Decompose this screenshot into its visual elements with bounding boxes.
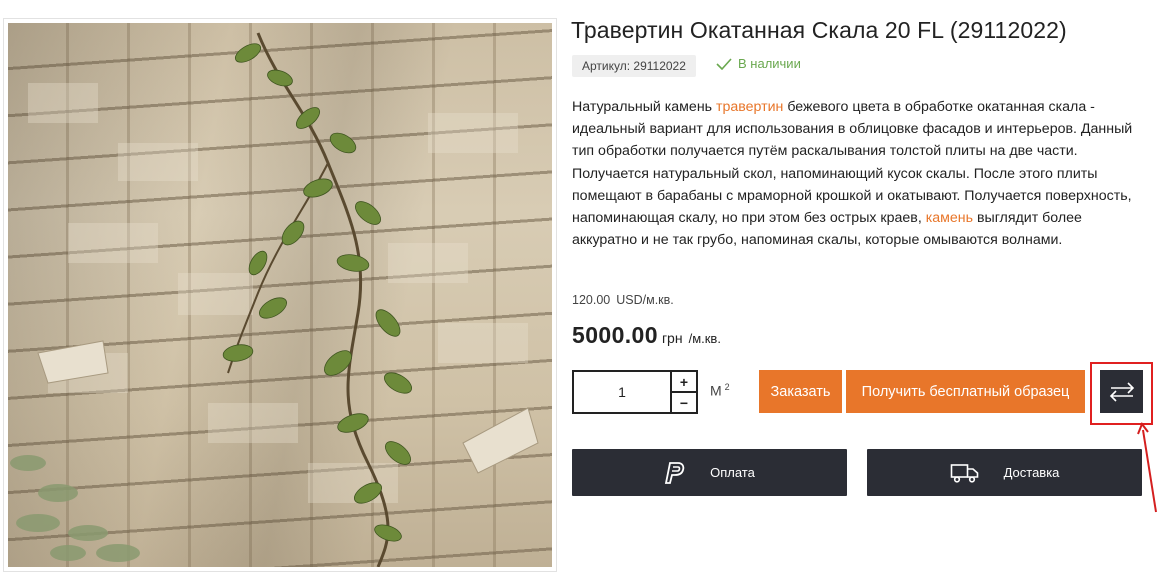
stock-status-label: В наличии: [738, 56, 801, 71]
delivery-button[interactable]: Доставка: [867, 449, 1142, 496]
compare-arrows-icon: [1109, 381, 1134, 402]
delivery-label: Доставка: [1003, 465, 1060, 480]
product-description: Натуральный камень травертин бежевого цв…: [572, 96, 1147, 251]
description-text: бежевого цвета в обработке окатанная ска…: [572, 99, 1133, 227]
product-image-frame[interactable]: [3, 18, 557, 572]
payment-label: Оплата: [710, 465, 755, 480]
quantity-minus-button[interactable]: −: [672, 391, 696, 412]
description-text: Натуральный камень: [572, 99, 716, 115]
sku-badge: Артикул: 29112022: [572, 55, 696, 77]
checkmark-icon: [716, 57, 732, 70]
quantity-unit: М2: [710, 382, 730, 399]
order-button[interactable]: Заказать: [759, 370, 842, 413]
truck-icon: [950, 463, 978, 483]
payment-button[interactable]: Оплата: [572, 449, 847, 496]
stock-status: В наличии: [716, 56, 801, 71]
price-uah-value: 5000.00: [572, 322, 658, 348]
price-usd-value: 120.00: [572, 293, 611, 307]
price-uah-currency: грн: [661, 330, 683, 346]
compare-button[interactable]: [1100, 370, 1143, 413]
product-image[interactable]: [8, 23, 552, 567]
travertine-wall-image: [10, 32, 539, 567]
price-usd: 120.00 USD/м.кв.: [572, 293, 674, 307]
price-uah-unit: /м.кв.: [688, 331, 721, 346]
price-usd-unit: USD/м.кв.: [616, 293, 674, 307]
stone-link[interactable]: камень: [926, 210, 973, 226]
quantity-buttons: + −: [670, 372, 696, 412]
price-uah: 5000.00 грн/м.кв.: [572, 322, 721, 349]
quantity-plus-button[interactable]: +: [672, 372, 696, 391]
paypal-icon: [665, 461, 685, 484]
quantity-unit-power: 2: [724, 382, 730, 392]
quantity-input[interactable]: [574, 372, 670, 412]
product-title: Травертин Окатанная Скала 20 FL (2911202…: [571, 17, 1067, 43]
annotation-arrow-icon: [1137, 421, 1157, 513]
travertine-link[interactable]: травертин: [716, 99, 783, 115]
quantity-stepper: + −: [572, 370, 698, 414]
quantity-unit-label: М: [710, 382, 722, 399]
free-sample-button[interactable]: Получить бесплатный образец: [846, 370, 1085, 413]
